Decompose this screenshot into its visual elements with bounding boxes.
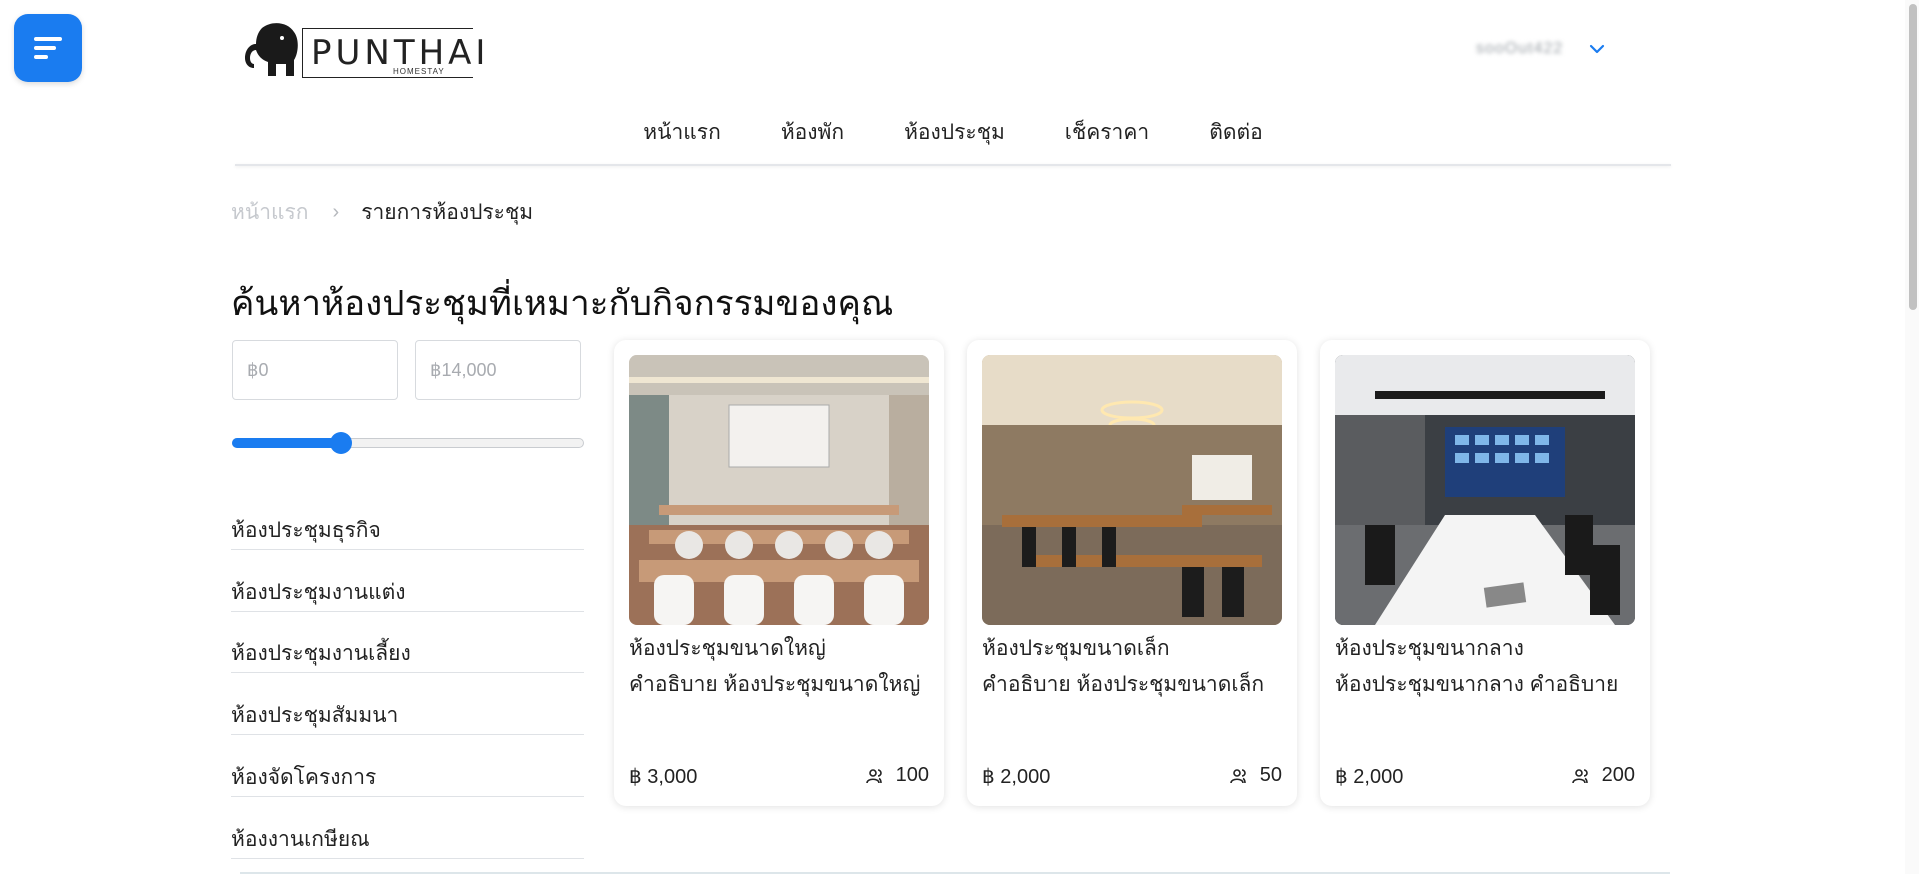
room-description: ห้องประชุมขนากลาง คำอธิบาย [1335,673,1619,696]
slider-fill [232,438,342,448]
room-card[interactable]: ห้องประชุมขนาดใหญ่ คำอธิบาย ห้องประชุมขน… [614,340,944,806]
chevron-down-icon [1590,44,1605,54]
page-scrollbar[interactable] [1905,0,1919,874]
room-capacity-value: 200 [1601,764,1635,786]
brand-logo[interactable]: PUNTHAI HOMESTAY [242,20,485,80]
main-nav: หน้าแรก ห้องพัก ห้องประชุม เช็คราคา ติดต… [235,116,1671,166]
nav-item-check-price[interactable]: เช็คราคา [1065,116,1149,166]
nav-divider [235,164,1671,166]
room-capacity-value: 50 [1259,764,1282,786]
room-photo [982,355,1282,625]
nav-item-home[interactable]: หน้าแรก [643,116,721,166]
category-seminar[interactable]: ห้องประชุมสัมมนา [231,673,584,736]
category-list: ห้องประชุมธุรกิจ ห้องประชุมงานแต่ง ห้องป… [231,488,584,859]
min-price-input[interactable] [232,340,398,400]
people-icon [865,768,882,783]
room-photo [1335,355,1635,625]
scrollbar-thumb[interactable] [1909,4,1917,310]
room-price: ฿ 2,000 [1335,766,1404,788]
category-retirement[interactable]: ห้องงานเกษียณ [231,797,584,859]
room-description: คำอธิบาย ห้องประชุมขนาดเล็ก [982,673,1265,696]
elephant-logo-icon [245,23,298,76]
room-price: ฿ 2,000 [982,766,1051,788]
room-capacity-value: 100 [895,764,929,786]
breadcrumb-separator-icon: › [332,201,340,223]
room-card[interactable]: ห้องประชุมขนาดเล็ก คำอธิบาย ห้องประชุมขน… [967,340,1297,806]
nav-item-rooms[interactable]: ห้องพัก [781,116,844,166]
room-capacity: 200 [1571,764,1635,787]
room-title: ห้องประชุมขนากลาง [1335,637,1524,660]
brand-tagline: HOMESTAY [393,67,445,76]
room-photo [629,355,929,625]
menu-button[interactable] [14,14,82,82]
room-capacity: 100 [865,764,929,787]
nav-item-meeting-rooms[interactable]: ห้องประชุม [904,116,1005,166]
price-range-slider[interactable] [232,432,584,454]
breadcrumb-home[interactable]: หน้าแรก [231,196,309,229]
category-banquet[interactable]: ห้องประชุมงานเลี้ยง [231,612,584,674]
menu-icon [34,37,62,59]
room-card[interactable]: ห้องประชุมขนากลาง ห้องประชุมขนากลาง คำอธ… [1320,340,1650,806]
slider-handle[interactable] [330,432,353,454]
user-name: sooOut422 [1476,40,1564,57]
user-menu[interactable]: sooOut422 [1476,40,1605,58]
page-title: ค้นหาห้องประชุมที่เหมาะกับกิจกรรมของคุณ [231,284,894,323]
room-price: ฿ 3,000 [629,766,698,788]
room-title: ห้องประชุมขนาดใหญ่ [629,637,826,660]
room-capacity: 50 [1229,764,1282,787]
room-description: คำอธิบาย ห้องประชุมขนาดใหญ่ [629,673,921,696]
breadcrumb: หน้าแรก › รายการห้องประชุม [231,196,533,229]
nav-item-contact[interactable]: ติดต่อ [1209,116,1263,166]
room-title: ห้องประชุมขนาดเล็ก [982,637,1170,660]
category-wedding[interactable]: ห้องประชุมงานแต่ง [231,550,584,612]
category-business[interactable]: ห้องประชุมธุรกิจ [231,488,584,550]
max-price-input[interactable] [415,340,581,400]
people-icon [1571,768,1588,783]
category-project[interactable]: ห้องจัดโครงการ [231,735,584,797]
people-icon [1229,768,1246,783]
breadcrumb-current: รายการห้องประชุม [361,201,534,224]
